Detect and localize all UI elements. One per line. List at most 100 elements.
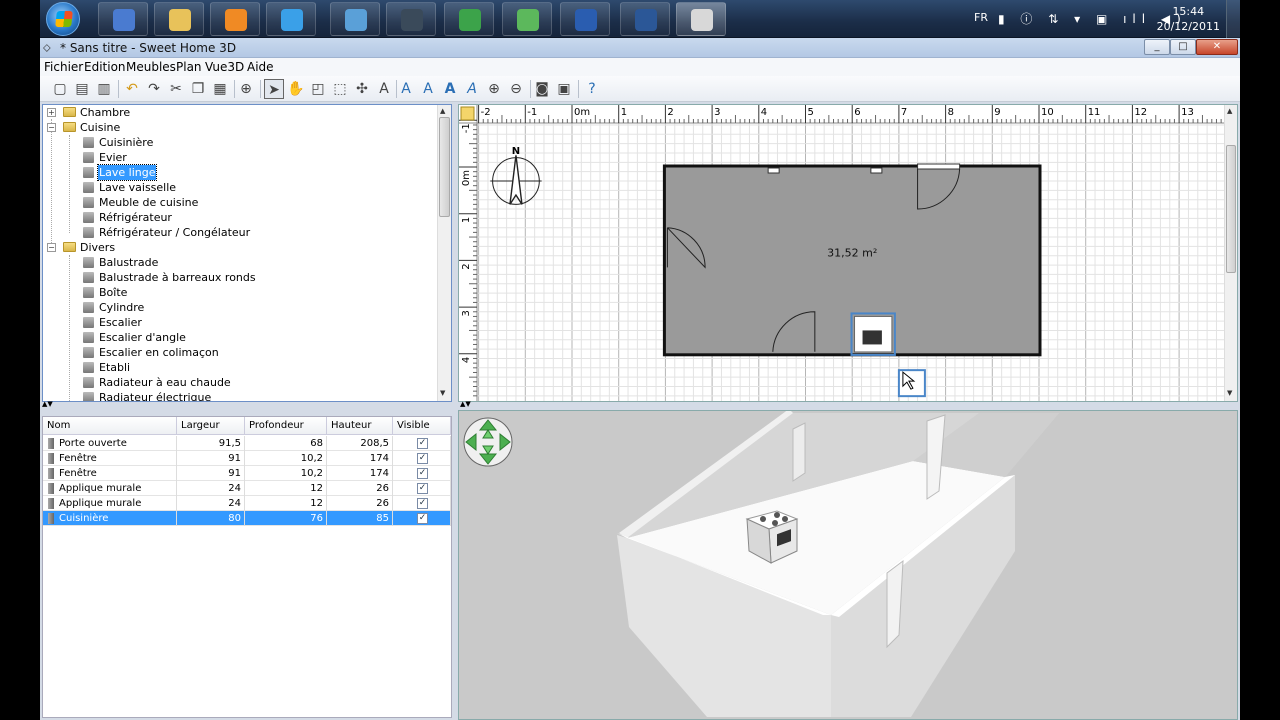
- 3d-canvas[interactable]: [459, 411, 1238, 720]
- taskbar-app-button[interactable]: [560, 2, 610, 36]
- furniture-catalog[interactable]: + Chambre − Cuisine Cuisinière Evier Lave ling…: [42, 104, 452, 402]
- navigation-control[interactable]: [462, 416, 514, 468]
- tree-item[interactable]: Balustrade à barreaux ronds: [43, 270, 437, 285]
- compass[interactable]: N: [490, 146, 542, 205]
- expand-icon[interactable]: +: [47, 108, 56, 117]
- redo-icon[interactable]: ↷: [144, 79, 164, 99]
- language-indicator[interactable]: FR: [974, 11, 988, 24]
- copy-icon[interactable]: ❐: [188, 79, 208, 99]
- tree-folder[interactable]: − Cuisine: [43, 120, 437, 135]
- taskbar-app-button[interactable]: [676, 2, 726, 36]
- tree-item[interactable]: Etabli: [43, 360, 437, 375]
- minimize-button[interactable]: _: [1144, 39, 1170, 55]
- right-splitter[interactable]: ▲▼: [458, 400, 1238, 408]
- photo-icon[interactable]: ◙: [532, 79, 552, 99]
- tree-item[interactable]: Balustrade: [43, 255, 437, 270]
- wall-lamp[interactable]: [870, 167, 883, 174]
- plan-canvas[interactable]: -2 -1 0m 1 2 3 4 5 6 7 8 9 10 11 12 13-10m123431,52 m²N: [459, 105, 1225, 402]
- tree-item[interactable]: Evier: [43, 150, 437, 165]
- tree-item[interactable]: Boîte: [43, 285, 437, 300]
- table-row[interactable]: Porte ouverte 91,5 68 208,5 ✓: [43, 436, 451, 451]
- splitter-arrows-icon[interactable]: ▲▼: [460, 400, 471, 408]
- taskbar-app-button[interactable]: [444, 2, 494, 36]
- select-mode-icon[interactable]: ➤: [264, 79, 284, 99]
- open-icon[interactable]: ▤: [72, 79, 92, 99]
- italic-icon[interactable]: A: [462, 79, 482, 99]
- visible-checkbox[interactable]: ✓: [417, 513, 428, 524]
- tree-item[interactable]: Réfrigérateur / Congélateur: [43, 225, 437, 240]
- visible-checkbox[interactable]: ✓: [417, 468, 428, 479]
- column-header-visible[interactable]: Visible: [393, 417, 451, 435]
- 3d-view[interactable]: [458, 410, 1238, 720]
- scroll-down-icon[interactable]: ▼: [440, 389, 445, 397]
- taskbar-app-button[interactable]: [266, 2, 316, 36]
- wall-lamp[interactable]: [767, 167, 780, 174]
- tree-item[interactable]: Escalier d'angle: [43, 330, 437, 345]
- help-icon[interactable]: ?: [582, 79, 602, 99]
- zoom-in-icon[interactable]: ⊕: [484, 79, 504, 99]
- tree-folder[interactable]: − Divers: [43, 240, 437, 255]
- maximize-button[interactable]: □: [1170, 39, 1196, 55]
- create-rooms-icon[interactable]: ⬚: [330, 79, 350, 99]
- new-icon[interactable]: ▢: [50, 79, 70, 99]
- taskbar-app-button[interactable]: [98, 2, 148, 36]
- taskbar-app-button[interactable]: [620, 2, 670, 36]
- tree-item[interactable]: Lave vaisselle: [43, 180, 437, 195]
- left-splitter[interactable]: ▲▼: [40, 400, 454, 408]
- cut-icon[interactable]: ✂: [166, 79, 186, 99]
- visible-checkbox[interactable]: ✓: [417, 453, 428, 464]
- menu-aide[interactable]: Aide: [247, 60, 274, 74]
- title-bar[interactable]: ⬦ * Sans titre - Sweet Home 3D _ □ ✕: [40, 38, 1240, 58]
- tree-item[interactable]: Meuble de cuisine: [43, 195, 437, 210]
- window[interactable]: [917, 163, 961, 170]
- table-row[interactable]: Applique murale 24 12 26 ✓: [43, 481, 451, 496]
- column-header-nom[interactable]: Nom: [43, 417, 177, 435]
- tree-item[interactable]: Cylindre: [43, 300, 437, 315]
- create-labels-icon[interactable]: A: [374, 79, 394, 99]
- column-header-hauteur[interactable]: Hauteur: [327, 417, 393, 435]
- menu-fichier[interactable]: Fichier: [44, 60, 83, 74]
- column-header-profondeur[interactable]: Profondeur: [245, 417, 327, 435]
- catalog-scrollbar[interactable]: ▲ ▼: [437, 105, 451, 401]
- collapse-icon[interactable]: −: [47, 123, 56, 132]
- taskbar-app-button[interactable]: [330, 2, 380, 36]
- table-row[interactable]: Fenêtre 91 10,2 174 ✓: [43, 466, 451, 481]
- pan-mode-icon[interactable]: ✋: [286, 79, 306, 99]
- undo-icon[interactable]: ↶: [122, 79, 142, 99]
- tree-item[interactable]: Escalier: [43, 315, 437, 330]
- text-size-icon[interactable]: A: [418, 79, 438, 99]
- tree-item[interactable]: Radiateur électrique: [43, 390, 437, 401]
- column-header-largeur[interactable]: Largeur: [177, 417, 245, 435]
- add-furniture-icon[interactable]: ⊕: [236, 79, 256, 99]
- tree-item[interactable]: Escalier en colimaçon: [43, 345, 437, 360]
- scrollbar-thumb[interactable]: [1226, 145, 1236, 273]
- start-button[interactable]: [46, 2, 80, 36]
- plan-view[interactable]: -2 -1 0m 1 2 3 4 5 6 7 8 9 10 11 12 13 -1 0m 1 2 3 4 31,52 m² N…: [458, 104, 1238, 402]
- splitter-arrows-icon[interactable]: ▲▼: [42, 400, 53, 408]
- scroll-up-icon[interactable]: ▲: [1227, 107, 1232, 115]
- clock[interactable]: 15:44 20/12/2011: [1157, 4, 1220, 34]
- paste-icon[interactable]: ▦: [210, 79, 230, 99]
- close-button[interactable]: ✕: [1196, 39, 1238, 55]
- furniture-table[interactable]: Nom Largeur Profondeur Hauteur Visible Porte…: [42, 416, 452, 718]
- collapse-icon[interactable]: −: [47, 243, 56, 252]
- tree-item[interactable]: Lave linge: [43, 164, 437, 181]
- menu-edition[interactable]: Edition: [84, 60, 126, 74]
- level-icon[interactable]: [460, 106, 475, 121]
- scroll-up-icon[interactable]: ▲: [440, 107, 445, 115]
- bold-icon[interactable]: A: [440, 79, 460, 99]
- taskbar-app-button[interactable]: [502, 2, 552, 36]
- taskbar-app-button[interactable]: [210, 2, 260, 36]
- menu-meubles[interactable]: Meubles: [126, 60, 176, 74]
- scrollbar-thumb[interactable]: [439, 117, 450, 217]
- create-dimensions-icon[interactable]: ✣: [352, 79, 372, 99]
- show-desktop-button[interactable]: [1226, 0, 1240, 38]
- visible-checkbox[interactable]: ✓: [417, 438, 428, 449]
- text-style-icon[interactable]: A: [396, 79, 416, 99]
- visible-checkbox[interactable]: ✓: [417, 483, 428, 494]
- taskbar-app-button[interactable]: [154, 2, 204, 36]
- tree-item[interactable]: Radiateur à eau chaude: [43, 375, 437, 390]
- menu-plan[interactable]: Plan: [176, 60, 202, 74]
- app-icon[interactable]: ⬦: [43, 41, 57, 55]
- save-icon[interactable]: ▥: [94, 79, 114, 99]
